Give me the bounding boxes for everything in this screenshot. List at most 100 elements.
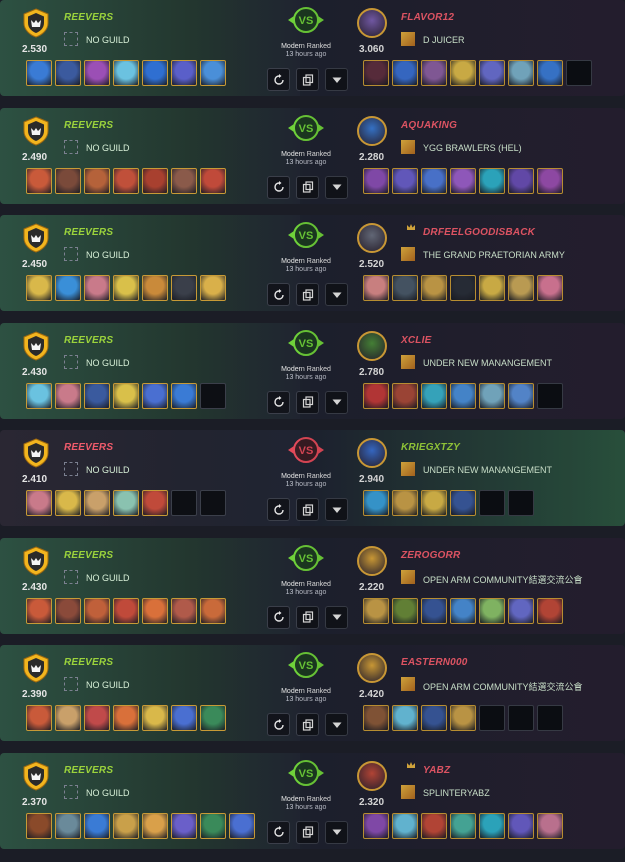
monster-card[interactable] bbox=[84, 167, 110, 194]
player-guild[interactable]: NO GUILD bbox=[86, 465, 130, 475]
monster-card[interactable] bbox=[392, 490, 418, 516]
expand-button[interactable] bbox=[325, 605, 348, 629]
monster-card[interactable] bbox=[84, 382, 110, 409]
monster-card[interactable] bbox=[392, 705, 418, 731]
player-name[interactable]: REEVERS bbox=[64, 120, 113, 131]
monster-card[interactable] bbox=[363, 597, 389, 624]
monster-card[interactable] bbox=[84, 812, 110, 839]
monster-card[interactable] bbox=[479, 275, 505, 301]
monster-card[interactable] bbox=[450, 597, 476, 624]
monster-card[interactable] bbox=[113, 490, 139, 516]
monster-card[interactable] bbox=[363, 167, 389, 194]
player-guild[interactable]: NO GUILD bbox=[86, 35, 130, 45]
monster-card[interactable] bbox=[26, 382, 52, 409]
monster-card[interactable] bbox=[113, 60, 139, 86]
monster-card[interactable] bbox=[55, 597, 81, 624]
monster-card[interactable] bbox=[142, 167, 168, 194]
monster-card[interactable] bbox=[200, 705, 226, 731]
monster-card[interactable] bbox=[537, 60, 563, 86]
monster-card[interactable] bbox=[508, 60, 534, 86]
monster-card[interactable] bbox=[55, 705, 81, 731]
monster-card[interactable] bbox=[421, 382, 447, 409]
monster-card[interactable] bbox=[450, 812, 476, 839]
monster-card[interactable] bbox=[200, 167, 226, 194]
monster-card[interactable] bbox=[55, 490, 81, 516]
copy-button[interactable] bbox=[296, 820, 319, 844]
monster-card[interactable] bbox=[26, 275, 52, 301]
replay-button[interactable] bbox=[267, 390, 290, 414]
opponent-avatar[interactable] bbox=[357, 653, 387, 683]
monster-card[interactable] bbox=[537, 812, 563, 839]
replay-button[interactable] bbox=[267, 713, 290, 736]
monster-card[interactable] bbox=[392, 812, 418, 839]
monster-card[interactable] bbox=[171, 167, 197, 194]
copy-button[interactable] bbox=[296, 605, 319, 629]
battle-row[interactable]: 2.430 REEVERS NO GUILD VS Modern Ranked 13 ho… bbox=[0, 537, 625, 634]
opponent-avatar[interactable] bbox=[357, 223, 387, 253]
monster-card[interactable] bbox=[421, 275, 447, 301]
monster-card[interactable] bbox=[508, 382, 534, 409]
monster-card[interactable] bbox=[55, 60, 81, 86]
expand-button[interactable] bbox=[325, 390, 348, 414]
replay-button[interactable] bbox=[267, 68, 290, 91]
monster-card[interactable] bbox=[55, 812, 81, 839]
opponent-name[interactable]: ZEROGORR bbox=[401, 550, 460, 561]
monster-card[interactable] bbox=[26, 705, 52, 731]
copy-button[interactable] bbox=[296, 68, 319, 91]
opponent-guild[interactable]: OPEN ARM COMMUNITY結選交流公會 bbox=[423, 573, 583, 586]
player-name[interactable]: REEVERS bbox=[64, 12, 113, 23]
monster-card[interactable] bbox=[142, 597, 168, 624]
battle-row[interactable]: 2.410 REEVERS NO GUILD VS Modern Ranked 13 ho… bbox=[0, 430, 625, 526]
player-name[interactable]: REEVERS bbox=[64, 657, 113, 668]
monster-card[interactable] bbox=[26, 490, 52, 516]
player-guild[interactable]: NO GUILD bbox=[86, 788, 130, 798]
opponent-guild[interactable]: UNDER NEW MANANGEMENT bbox=[423, 465, 552, 475]
monster-card[interactable] bbox=[171, 812, 197, 839]
monster-card[interactable] bbox=[508, 167, 534, 194]
player-guild[interactable]: NO GUILD bbox=[86, 143, 130, 153]
monster-card[interactable] bbox=[479, 812, 505, 839]
replay-button[interactable] bbox=[267, 498, 290, 521]
opponent-name[interactable]: AQUAKING bbox=[401, 120, 457, 131]
monster-card[interactable] bbox=[508, 812, 534, 839]
player-name[interactable]: REEVERS bbox=[64, 442, 113, 453]
monster-card[interactable] bbox=[421, 167, 447, 194]
monster-card[interactable] bbox=[392, 60, 418, 86]
monster-card[interactable] bbox=[537, 597, 563, 624]
opponent-guild[interactable]: D JUICER bbox=[423, 35, 465, 45]
opponent-name[interactable]: FLAVOR12 bbox=[401, 12, 454, 23]
opponent-guild[interactable]: SPLINTERYABZ bbox=[423, 788, 490, 798]
player-guild[interactable]: NO GUILD bbox=[86, 250, 130, 260]
monster-card[interactable] bbox=[84, 60, 110, 86]
copy-button[interactable] bbox=[296, 283, 319, 306]
player-name[interactable]: REEVERS bbox=[64, 765, 113, 776]
monster-card[interactable] bbox=[142, 275, 168, 301]
monster-card[interactable] bbox=[171, 275, 197, 301]
monster-card[interactable] bbox=[363, 705, 389, 731]
monster-card[interactable] bbox=[229, 812, 255, 839]
monster-card[interactable] bbox=[55, 275, 81, 301]
battle-row[interactable]: 2.450 REEVERS NO GUILD VS Modern Ranked 13 ho… bbox=[0, 215, 625, 311]
monster-card[interactable] bbox=[26, 597, 52, 624]
battle-row[interactable]: 2.490 REEVERS NO GUILD VS Modern Ranked 13 ho… bbox=[0, 107, 625, 204]
monster-card[interactable] bbox=[171, 60, 197, 86]
monster-card[interactable] bbox=[363, 60, 389, 86]
battle-row[interactable]: 2.430 REEVERS NO GUILD VS Modern Ranked 13 ho… bbox=[0, 322, 625, 419]
monster-card[interactable] bbox=[363, 812, 389, 839]
monster-card[interactable] bbox=[113, 167, 139, 194]
monster-card[interactable] bbox=[450, 167, 476, 194]
opponent-name[interactable]: KRIEGXTZY bbox=[401, 442, 460, 453]
player-name[interactable]: REEVERS bbox=[64, 227, 113, 238]
monster-card[interactable] bbox=[392, 275, 418, 301]
monster-card[interactable] bbox=[450, 490, 476, 516]
opponent-avatar[interactable] bbox=[357, 115, 387, 146]
player-guild[interactable]: NO GUILD bbox=[86, 573, 130, 583]
monster-card[interactable] bbox=[84, 597, 110, 624]
monster-card[interactable] bbox=[200, 275, 226, 301]
opponent-guild[interactable]: OPEN ARM COMMUNITY結選交流公會 bbox=[423, 680, 583, 693]
monster-card[interactable] bbox=[450, 275, 476, 301]
opponent-avatar[interactable] bbox=[357, 545, 387, 576]
opponent-name[interactable]: EASTERN000 bbox=[401, 657, 467, 668]
monster-card[interactable] bbox=[171, 705, 197, 731]
monster-card[interactable] bbox=[421, 705, 447, 731]
